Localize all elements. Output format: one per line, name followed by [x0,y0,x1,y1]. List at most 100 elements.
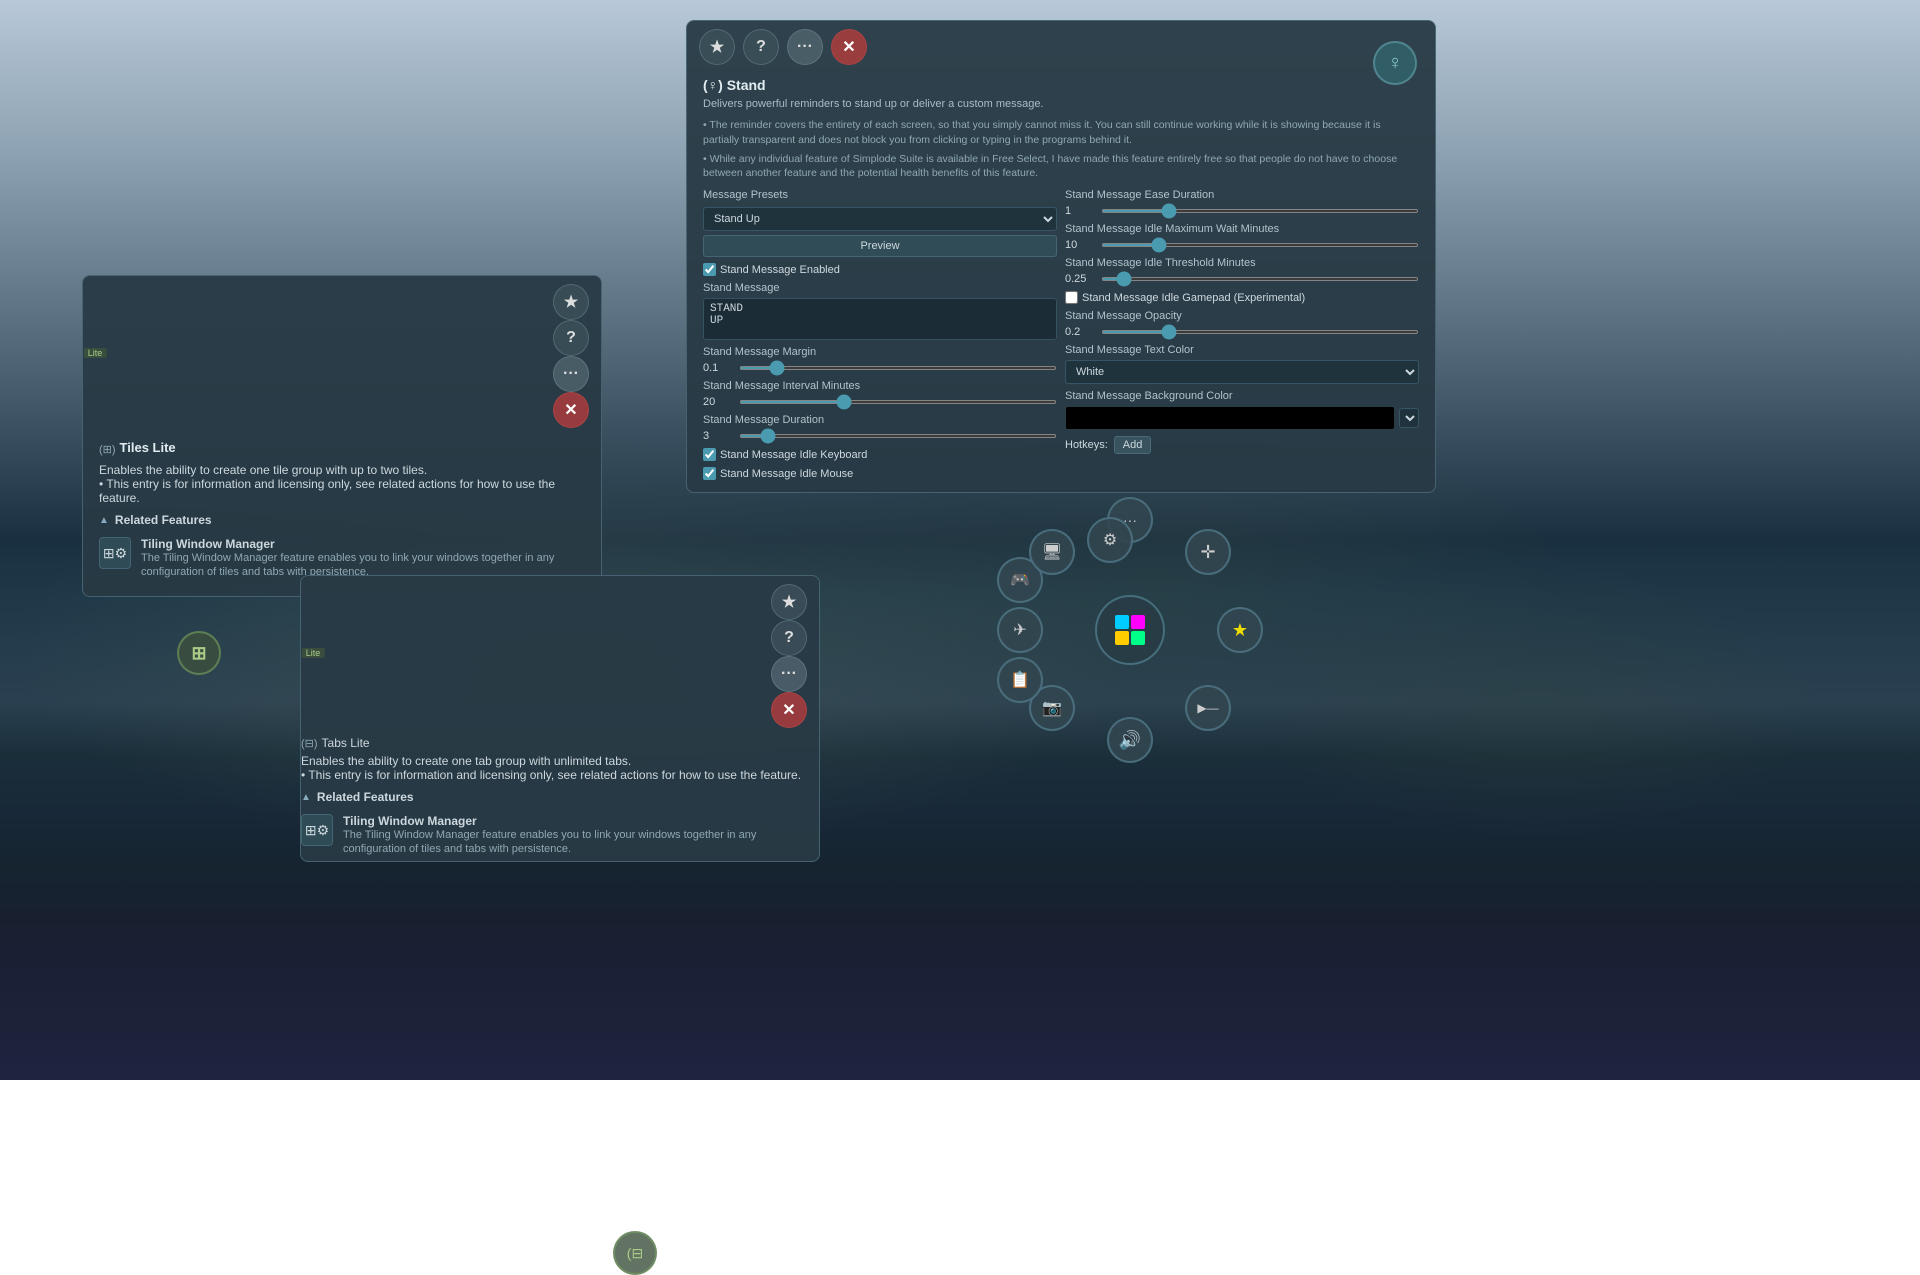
tiles-close-button[interactable]: ✕ [553,392,589,428]
stand-panel-note2: • While any individual feature of Simplo… [703,152,1419,181]
tiles-related-icon: ⊞⚙ [99,537,131,569]
tiles-help-button[interactable]: ? [553,320,589,356]
tabs-related-section: ▲ Related Features ⊞⚙ Tiling Window Mana… [301,790,819,861]
stand-interval-slider-container: 20 [703,396,1057,408]
idle-max-wait-row: Stand Message Idle Maximum Wait Minutes … [1065,223,1419,251]
tiles-collapse-icon[interactable]: ▲ [99,515,109,526]
ease-duration-row: Stand Message Ease Duration 1 [1065,189,1419,217]
idle-threshold-slider-container: 0.25 [1065,273,1419,285]
tabs-title-row: (⊟) Tabs Lite [301,736,819,750]
tiles-panel-title: Tiles Lite [120,440,176,455]
tabs-related-text: Tiling Window Manager The Tiling Window … [343,814,819,857]
tiles-star-button[interactable]: ★ [553,284,589,320]
radial-send-button[interactable]: ✈ [997,607,1043,653]
radial-window-button[interactable]: 🖥 [1029,529,1075,575]
tabs-more-button[interactable]: ··· [771,656,807,692]
stand-left-col: Message Presets Stand Up Preview Stand M… [703,189,1057,480]
radial-center-button[interactable] [1095,595,1165,665]
bg-color-swatch [1065,406,1395,430]
tabs-collapse-icon[interactable]: ▲ [301,792,311,803]
tabs-panel-header: (⊟ Lite ★ ? ··· ✕ [301,576,819,736]
add-hotkey-button[interactable]: Add [1114,436,1152,454]
radial-menu: ··· ✛ ★ ▶— 🔊 📷 📋 ✈ 🎮 🖥 ⚙ [1000,500,1260,760]
stand-interval-label: Stand Message Interval Minutes [703,380,1057,392]
stand-idle-mouse-row[interactable]: Stand Message Idle Mouse [703,467,1057,480]
tiles-related-label: Related Features [115,513,212,527]
tabs-title-prefix: (⊟) [301,737,318,750]
hotkeys-row: Hotkeys: Add [1065,436,1419,454]
radial-center-icon [1110,610,1150,650]
tiles-title-row: (⊞) Tiles Lite [99,440,585,459]
stand-close-button[interactable]: ✕ [831,29,867,65]
tabs-star-button[interactable]: ★ [771,584,807,620]
tiles-panel-header: ⊞ Lite ★ ? ··· ✕ [83,276,601,436]
tiles-icon: ⊞ [177,631,221,675]
stand-duration-label: Stand Message Duration [703,414,1057,426]
tiles-panel-desc: Enables the ability to create one tile g… [99,463,585,477]
radial-gear-button[interactable]: ⚙ [1087,517,1133,563]
stand-panel-title: (♀) Stand [703,77,1419,93]
stand-message-enabled-row[interactable]: Stand Message Enabled [703,263,1057,276]
hotkeys-label: Hotkeys: [1065,439,1108,451]
bg-color-select[interactable]: ▼ [1399,408,1419,428]
stand-panel-controls: ★ ? ··· ✕ [699,29,867,65]
tiles-related-text: Tiling Window Manager The Tiling Window … [141,537,585,580]
stand-idle-mouse-label: Stand Message Idle Mouse [720,468,853,480]
ease-duration-value: 1 [1065,205,1095,217]
tabs-icon: (⊟ [613,1231,657,1275]
stand-margin-value: 0.1 [703,362,733,374]
stand-help-button[interactable]: ? [743,29,779,65]
opacity-label: Stand Message Opacity [1065,310,1419,322]
idle-gamepad-checkbox[interactable] [1065,291,1078,304]
stand-margin-label: Stand Message Margin [703,346,1057,358]
tiles-related-header: ▲ Related Features [99,513,585,527]
bg-color-label: Stand Message Background Color [1065,390,1419,402]
idle-max-wait-label: Stand Message Idle Maximum Wait Minutes [1065,223,1419,235]
opacity-slider[interactable] [1101,330,1419,334]
stand-idle-keyboard-checkbox[interactable] [703,448,716,461]
stand-duration-slider[interactable] [739,434,1057,438]
stand-message-enabled-checkbox[interactable] [703,263,716,276]
opacity-slider-container: 0.2 [1065,326,1419,338]
stand-margin-row: Stand Message Margin 0.1 [703,346,1057,374]
stand-more-button[interactable]: ··· [787,29,823,65]
message-presets-select[interactable]: Stand Up [703,207,1057,231]
stand-idle-mouse-checkbox[interactable] [703,467,716,480]
stand-right-col: Stand Message Ease Duration 1 Stand Mess… [1065,189,1419,480]
radial-volume-button[interactable]: 🔊 [1107,717,1153,763]
stand-interval-value: 20 [703,396,733,408]
preview-button[interactable]: Preview [703,235,1057,257]
text-color-select[interactable]: White [1065,360,1419,384]
stand-interval-slider[interactable] [739,400,1057,404]
tabs-panel-title: Tabs Lite [322,736,370,750]
stand-idle-keyboard-row[interactable]: Stand Message Idle Keyboard [703,448,1057,461]
idle-max-wait-slider[interactable] [1101,243,1419,247]
tabs-help-button[interactable]: ? [771,620,807,656]
stand-panel-note1: • The reminder covers the entirety of ea… [703,118,1419,147]
stand-panel-content: Message Presets Stand Up Preview Stand M… [703,189,1419,480]
stand-star-button[interactable]: ★ [699,29,735,65]
stand-margin-slider[interactable] [739,366,1057,370]
tabs-panel-controls: ★ ? ··· ✕ [771,584,807,728]
tiles-related-title: Tiling Window Manager [141,537,585,551]
tiles-panel-body: (⊞) Tiles Lite Enables the ability to cr… [83,436,601,596]
tabs-related-desc: The Tiling Window Manager feature enable… [343,828,819,857]
idle-threshold-slider[interactable] [1101,277,1419,281]
radial-cross-button[interactable]: ✛ [1185,529,1231,575]
tabs-close-button[interactable]: ✕ [771,692,807,728]
tabs-related-item: ⊞⚙ Tiling Window Manager The Tiling Wind… [301,810,819,861]
tiles-more-button[interactable]: ··· [553,356,589,392]
tabs-related-label: Related Features [317,790,414,804]
radial-arrow-button[interactable]: ▶— [1185,685,1231,731]
bg-color-row: Stand Message Background Color ▼ [1065,390,1419,430]
idle-threshold-row: Stand Message Idle Threshold Minutes 0.2… [1065,257,1419,285]
stand-message-textarea[interactable]: STAND UP [703,298,1057,340]
idle-gamepad-row[interactable]: Stand Message Idle Gamepad (Experimental… [1065,291,1419,304]
stand-icon: ♀ [1373,41,1417,85]
ease-duration-slider[interactable] [1101,209,1419,213]
radial-clipboard-button[interactable]: 📋 [997,657,1043,703]
stand-duration-slider-container: 3 [703,430,1057,442]
tiles-panel-controls: ★ ? ··· ✕ [553,284,589,428]
radial-star-button[interactable]: ★ [1217,607,1263,653]
stand-panel-body: (♀) Stand Delivers powerful reminders to… [687,73,1435,492]
